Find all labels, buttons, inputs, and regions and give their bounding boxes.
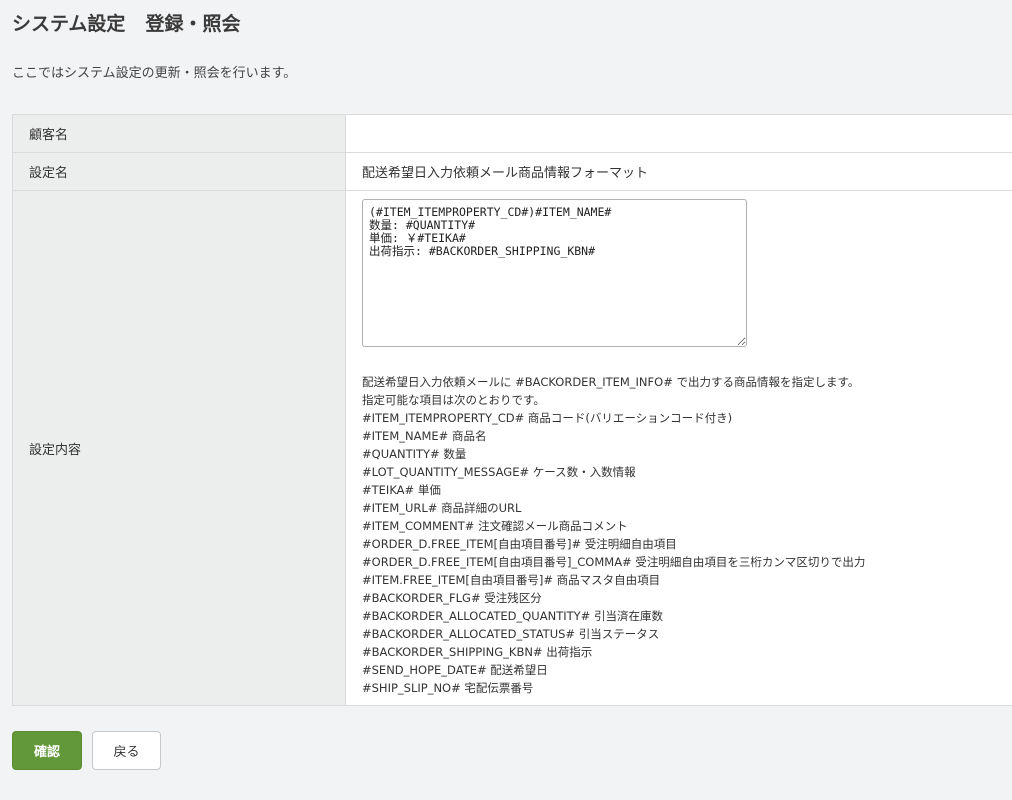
setting-name-row: 設定名 配送希望日入力依頼メール商品情報フォーマット <box>13 153 1012 191</box>
help-line: #BACKORDER_ALLOCATED_QUANTITY# 引当済在庫数 <box>362 609 663 623</box>
setting-content-label: 設定内容 <box>13 191 346 705</box>
help-line: 指定可能な項目は次のとおりです。 <box>362 393 545 407</box>
help-line: #BACKORDER_FLG# 受注残区分 <box>362 591 542 605</box>
page-description: ここではシステム設定の更新・照会を行います。 <box>12 66 297 81</box>
customer-value <box>346 115 1012 152</box>
page-title-main: システム設定 <box>12 13 126 35</box>
back-button[interactable]: 戻る <box>92 731 161 770</box>
setting-name-value: 配送希望日入力依頼メール商品情報フォーマット <box>346 153 1012 190</box>
help-line: #LOT_QUANTITY_MESSAGE# ケース数・入数情報 <box>362 465 636 479</box>
page-title: システム設定 登録・照会 <box>12 10 240 38</box>
help-text: 配送希望日入力依頼メールに #BACKORDER_ITEM_INFO# で出力す… <box>362 373 1012 697</box>
setting-content-cell: (#ITEM_ITEMPROPERTY_CD#)#ITEM_NAME# 数量: … <box>346 191 1012 705</box>
help-line: #ORDER_D.FREE_ITEM[自由項目番号]# 受注明細自由項目 <box>362 537 677 551</box>
help-line: #ITEM_COMMENT# 注文確認メール商品コメント <box>362 519 628 533</box>
customer-row: 顧客名 <box>13 115 1012 153</box>
help-line: 配送希望日入力依頼メールに #BACKORDER_ITEM_INFO# で出力す… <box>362 375 860 389</box>
help-line: #ITEM_URL# 商品詳細のURL <box>362 501 522 515</box>
template-textarea[interactable]: (#ITEM_ITEMPROPERTY_CD#)#ITEM_NAME# 数量: … <box>362 199 747 347</box>
help-line: #BACKORDER_ALLOCATED_STATUS# 引当ステータス <box>362 627 660 641</box>
help-line: #TEIKA# 単価 <box>362 483 441 497</box>
help-line: #QUANTITY# 数量 <box>362 447 467 461</box>
setting-name-label: 設定名 <box>13 153 346 190</box>
help-line: #ORDER_D.FREE_ITEM[自由項目番号]_COMMA# 受注明細自由… <box>362 555 866 569</box>
page-title-sub: 登録・照会 <box>145 13 241 35</box>
action-buttons: 確認 戻る <box>12 731 161 770</box>
help-line: #ITEM.FREE_ITEM[自由項目番号]# 商品マスタ自由項目 <box>362 573 661 587</box>
help-line: #SHIP_SLIP_NO# 宅配伝票番号 <box>362 681 534 695</box>
settings-table: 顧客名 設定名 配送希望日入力依頼メール商品情報フォーマット 設定内容 (#IT… <box>12 114 1012 706</box>
confirm-button[interactable]: 確認 <box>12 731 82 770</box>
customer-label: 顧客名 <box>13 115 346 152</box>
help-line: #ITEM_NAME# 商品名 <box>362 429 487 443</box>
help-line: #SEND_HOPE_DATE# 配送希望日 <box>362 663 548 677</box>
setting-content-row: 設定内容 (#ITEM_ITEMPROPERTY_CD#)#ITEM_NAME#… <box>13 191 1012 706</box>
help-line: #BACKORDER_SHIPPING_KBN# 出荷指示 <box>362 645 593 659</box>
help-line: #ITEM_ITEMPROPERTY_CD# 商品コード(バリエーションコード付… <box>362 411 733 425</box>
